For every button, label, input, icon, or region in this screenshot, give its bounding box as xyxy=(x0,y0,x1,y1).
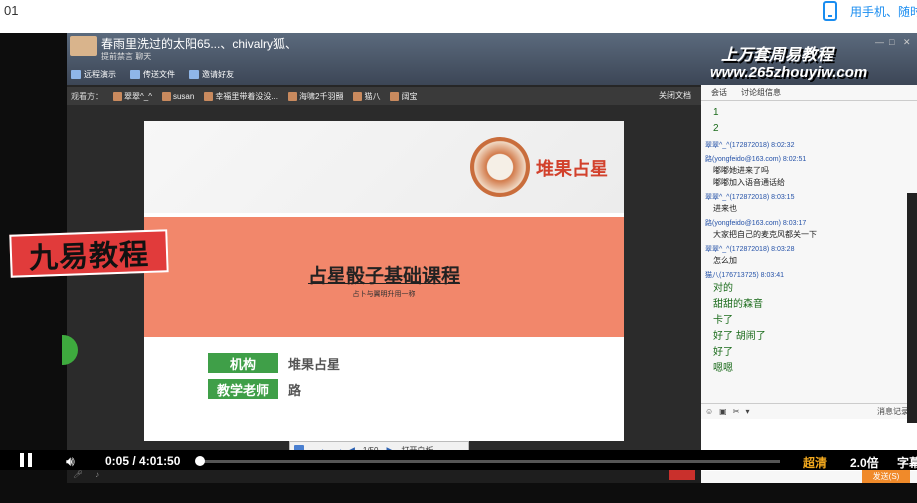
viewer[interactable]: 猫八 xyxy=(353,91,380,102)
video-player[interactable]: 春雨里洗过的太阳65...、chivalry狐、 提前禁言 聊天 远程演示 传送… xyxy=(0,33,917,503)
avatar xyxy=(161,91,171,101)
avatar xyxy=(353,91,363,101)
minimize-icon[interactable]: — xyxy=(875,37,884,47)
course-subtitle: 占卜与翼明升用一称 xyxy=(352,291,416,298)
scissors-icon[interactable]: ✂ xyxy=(733,407,740,416)
message-text: 好了 xyxy=(713,347,733,358)
chat-tabs: 会话 讨论组信息 xyxy=(701,85,917,101)
message-text: 1 xyxy=(713,107,719,118)
remote-demo-button[interactable]: 远程演示 xyxy=(71,67,116,81)
viewer[interactable]: susan xyxy=(161,91,194,101)
mobile-watch-link[interactable]: 用手机、随时 xyxy=(850,3,917,20)
overlay-logo: 九易教程 xyxy=(9,229,169,278)
scrollbar[interactable] xyxy=(907,193,917,423)
duration: 4:01:50 xyxy=(139,454,181,468)
message-text: 怎么加 xyxy=(713,256,737,265)
close-document-button[interactable]: 关闭文档 xyxy=(659,90,691,101)
message-text: 进来也 xyxy=(713,204,737,213)
message-text: 嗯嗯 xyxy=(713,363,733,374)
close-icon[interactable]: ✕ xyxy=(903,37,911,48)
folder-icon xyxy=(130,69,140,79)
message-sender: 路(yongfeido@163.com) 8:02:51 xyxy=(705,156,807,163)
message-sender: 翠翠^_^(172872018) 8:02:32 xyxy=(705,142,795,149)
current-time: 0:05 xyxy=(105,454,130,468)
teacher-label: 教学老师 xyxy=(208,379,278,399)
slide: 堆果占星 占星骰子基础课程 占卜与翼明升用一称 机构 堆果占星 教学老师 路 xyxy=(144,121,624,441)
watermark-url: www.265zhouyiw.com xyxy=(710,64,868,81)
chat-input-toolbar: ☺ ▣ ✂ ▾ 消息记录 xyxy=(701,403,917,419)
speaker-icon[interactable]: ♪ xyxy=(95,470,99,479)
course-title: 占星骰子基础课程 xyxy=(307,266,460,287)
message-sender: 翠翠^_^(172872018) 8:03:15 xyxy=(705,194,795,201)
teacher-row: 教学老师 路 xyxy=(208,379,301,399)
message-sender: 路(yongfeido@163.com) 8:03:17 xyxy=(705,220,807,227)
recorded-app-window: 春雨里洗过的太阳65...、chivalry狐、 提前禁言 聊天 远程演示 传送… xyxy=(67,33,917,483)
quality-button[interactable]: 超清 xyxy=(803,454,827,471)
chat-subtitle: 提前禁言 聊天 xyxy=(101,52,152,61)
mic-icon[interactable]: 🎤︎ xyxy=(73,470,83,479)
watermark-title: 上万套周易教程 xyxy=(721,47,834,64)
player-controls: 🔊︎ 0:05 / 4:01:50 超清 2.0倍 字幕 xyxy=(0,450,917,470)
avatar xyxy=(390,91,400,101)
message-record-button[interactable]: 消息记录 xyxy=(877,406,909,417)
message-sender: 翠翠^_^(172872018) 8:03:28 xyxy=(705,246,795,253)
viewer[interactable]: 幸福里带着没没... xyxy=(204,91,278,102)
add-user-icon xyxy=(189,69,199,79)
viewer[interactable]: 海啸2千羽翮 xyxy=(288,91,343,102)
maximize-icon[interactable]: □ xyxy=(889,37,894,47)
teacher-value: 路 xyxy=(288,382,302,398)
viewer[interactable]: 翠翠^_^ xyxy=(113,91,152,102)
message-text: 好了 胡闹了 xyxy=(713,331,766,342)
app-toolbar: 远程演示 传送文件 邀请好友 xyxy=(71,67,234,81)
volume-icon[interactable]: 🔊︎ xyxy=(66,453,75,470)
phone-icon[interactable] xyxy=(823,1,837,21)
subtitle-button[interactable]: 字幕 xyxy=(897,454,917,471)
avatar xyxy=(113,91,122,101)
message-text: 2 xyxy=(713,123,719,134)
screen: 01 用手机、随时 春雨里洗过的太阳65...、chivalry狐、 提前禁言 … xyxy=(0,0,917,503)
message-text: 甜甜的森音 xyxy=(713,299,763,310)
chat-panel: 会话 讨论组信息 1 2 翠翠^_^(172872018) 8:02:32 路(yon… xyxy=(701,85,917,483)
monitor-icon xyxy=(71,69,81,79)
message-text: 大家把自己的麦克风都关一下 xyxy=(713,230,817,239)
more-icon[interactable]: ▾ xyxy=(745,407,749,416)
viewer[interactable]: 阔宝 xyxy=(390,91,417,102)
message-text: 对的 xyxy=(713,283,733,294)
message-text: 嘟嘟她进来了吗 xyxy=(713,166,769,175)
image-icon[interactable]: ▣ xyxy=(719,407,727,416)
presentation-stage: 堆果占星 占星骰子基础课程 占卜与翼明升用一称 机构 堆果占星 教学老师 路 xyxy=(67,105,701,465)
message-text: 卡了 xyxy=(713,315,733,326)
invite-friend-button[interactable]: 邀请好友 xyxy=(189,67,234,81)
send-button[interactable]: 发送(S) xyxy=(862,470,910,483)
emoji-icon[interactable]: ☺ xyxy=(705,407,713,416)
progress-handle[interactable] xyxy=(195,456,206,466)
brand-name: 堆果占星 xyxy=(536,159,608,179)
app-header: 春雨里洗过的太阳65...、chivalry狐、 提前禁言 聊天 远程演示 传送… xyxy=(67,33,917,85)
avatar xyxy=(204,91,214,101)
chat-messages: 1 2 翠翠^_^(172872018) 8:02:32 路(yongfeido@16… xyxy=(705,105,911,395)
pause-icon[interactable] xyxy=(20,453,32,467)
message-text: 嘟嘟加入语音通话给 xyxy=(713,178,785,187)
time-display: 0:05 / 4:01:50 xyxy=(105,454,181,468)
org-row: 机构 堆果占星 xyxy=(208,353,340,373)
send-file-button[interactable]: 传送文件 xyxy=(130,67,175,81)
brand-logo xyxy=(470,137,530,197)
message-sender: 猫八(176713725) 8:03:41 xyxy=(705,272,784,279)
page-header: 01 用手机、随时 xyxy=(0,0,917,33)
lesson-index: 01 xyxy=(4,3,19,18)
tab-group-info[interactable]: 讨论组信息 xyxy=(741,87,781,98)
speed-button[interactable]: 2.0倍 xyxy=(850,454,879,471)
viewers-label: 观看方： xyxy=(71,91,103,101)
org-label: 机构 xyxy=(208,353,278,373)
viewers-bar: 观看方： 翠翠^_^ susan 幸福里带着没没... 海啸2千羽翮 猫八 阔宝… xyxy=(67,87,701,105)
progress-track[interactable] xyxy=(195,456,780,466)
avatar xyxy=(288,91,297,101)
tab-session[interactable]: 会话 xyxy=(711,87,727,98)
chat-title: 春雨里洗过的太阳65...、chivalry狐、 xyxy=(101,37,298,51)
org-value: 堆果占星 xyxy=(288,356,341,372)
group-avatar xyxy=(70,36,97,56)
